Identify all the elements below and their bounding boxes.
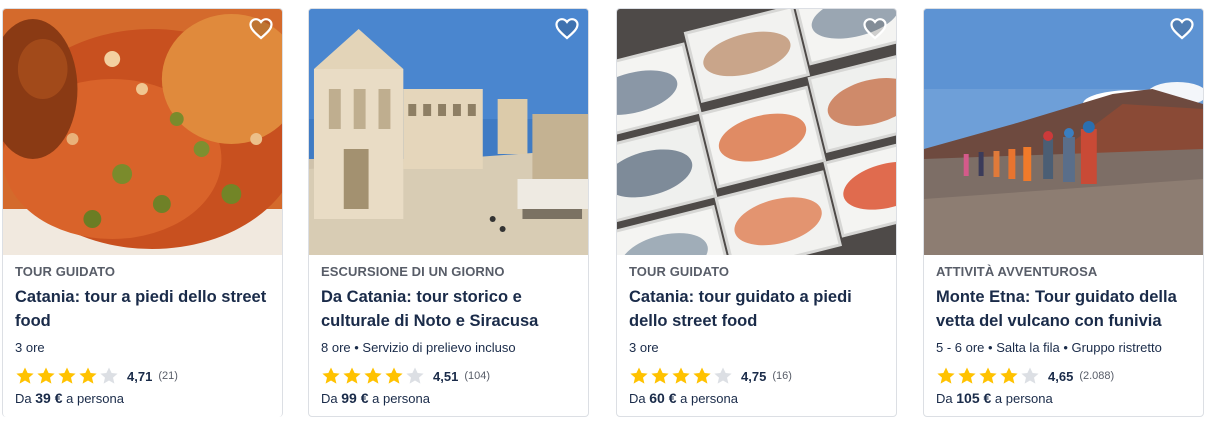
- activity-title[interactable]: Monte Etna: Tour guidato della vetta del…: [936, 285, 1191, 333]
- review-count: (21): [158, 370, 178, 382]
- activity-category: TOUR GUIDATO: [629, 264, 730, 279]
- star-empty-icon: [405, 366, 425, 386]
- activity-image-siracusa[interactable]: [309, 9, 588, 255]
- star-filled-icon: [321, 366, 341, 386]
- star-filled-icon: [629, 366, 649, 386]
- star-filled-icon: [57, 366, 77, 386]
- price-suffix: a persona: [66, 391, 124, 406]
- star-filled-icon: [999, 366, 1019, 386]
- price-prefix: Da: [936, 391, 953, 406]
- rating-score: 4,65: [1048, 368, 1074, 384]
- star-filled-icon: [15, 366, 35, 386]
- activity-category: ESCURSIONE DI UN GIORNO: [321, 264, 505, 279]
- activity-title[interactable]: Catania: tour guidato a piedi dello stre…: [629, 285, 884, 333]
- activity-title[interactable]: Da Catania: tour storico e culturale di …: [321, 285, 576, 333]
- star-rating: [15, 366, 120, 386]
- rating-score: 4,51: [433, 368, 459, 384]
- wishlist-heart-icon[interactable]: [862, 16, 888, 42]
- activity-meta: 5 - 6 ore • Salta la fila • Gruppo ristr…: [936, 340, 1162, 355]
- activity-meta: 3 ore: [15, 340, 45, 355]
- wishlist-heart-icon[interactable]: [1169, 16, 1195, 42]
- price-amount: 99 €: [341, 390, 369, 406]
- star-filled-icon: [363, 366, 383, 386]
- price-suffix: a persona: [680, 391, 738, 406]
- star-filled-icon: [384, 366, 404, 386]
- rating-row: 4,65 (2.088): [936, 366, 1191, 386]
- star-filled-icon: [957, 366, 977, 386]
- card-body: TOUR GUIDATO Catania: tour guidato a pie…: [617, 255, 896, 408]
- rating-row: 4,71 (21): [15, 366, 270, 386]
- price-prefix: Da: [629, 391, 646, 406]
- activity-card[interactable]: ESCURSIONE DI UN GIORNO Da Catania: tour…: [308, 8, 589, 417]
- star-rating: [321, 366, 426, 386]
- price-amount: 60 €: [649, 390, 677, 406]
- star-rating: [629, 366, 734, 386]
- star-rating: [936, 366, 1041, 386]
- price-suffix: a persona: [994, 391, 1053, 406]
- price-amount: 39 €: [35, 390, 63, 406]
- price-suffix: a persona: [372, 391, 430, 406]
- review-count: (104): [464, 370, 490, 382]
- star-filled-icon: [978, 366, 998, 386]
- card-body: ESCURSIONE DI UN GIORNO Da Catania: tour…: [309, 255, 588, 408]
- activity-image-arancini[interactable]: [3, 9, 282, 255]
- star-filled-icon: [342, 366, 362, 386]
- star-filled-icon: [36, 366, 56, 386]
- activity-meta: 8 ore • Servizio di prelievo incluso: [321, 340, 516, 355]
- activity-image-etna[interactable]: [924, 9, 1203, 255]
- activity-card[interactable]: TOUR GUIDATO Catania: tour guidato a pie…: [616, 8, 897, 417]
- rating-row: 4,51 (104): [321, 366, 576, 386]
- price-prefix: Da: [15, 391, 32, 406]
- activity-card[interactable]: TOUR GUIDATO Catania: tour a piedi dello…: [2, 8, 283, 417]
- star-empty-icon: [99, 366, 119, 386]
- price: Da 39 € a persona: [15, 389, 270, 408]
- star-empty-icon: [713, 366, 733, 386]
- activity-image-fish-market[interactable]: [617, 9, 896, 255]
- star-filled-icon: [78, 366, 98, 386]
- star-filled-icon: [692, 366, 712, 386]
- price: Da 105 € a persona: [936, 389, 1191, 408]
- review-count: (2.088): [1079, 370, 1115, 382]
- star-filled-icon: [650, 366, 670, 386]
- rating-score: 4,75: [741, 368, 767, 384]
- activity-card-row: TOUR GUIDATO Catania: tour a piedi dello…: [0, 0, 1212, 425]
- wishlist-heart-icon[interactable]: [248, 16, 274, 42]
- card-body: TOUR GUIDATO Catania: tour a piedi dello…: [3, 255, 282, 408]
- wishlist-heart-icon[interactable]: [554, 16, 580, 42]
- card-body: ATTIVITÀ AVVENTUROSA Monte Etna: Tour gu…: [924, 255, 1203, 408]
- price: Da 60 € a persona: [629, 389, 884, 408]
- review-count: (16): [772, 370, 792, 382]
- activity-category: TOUR GUIDATO: [15, 264, 116, 279]
- activity-category: ATTIVITÀ AVVENTUROSA: [936, 264, 1098, 279]
- rating-row: 4,75 (16): [629, 366, 884, 386]
- rating-score: 4,71: [127, 368, 153, 384]
- price-amount: 105 €: [956, 390, 992, 406]
- activity-meta: 3 ore: [629, 340, 659, 355]
- star-empty-icon: [1020, 366, 1040, 386]
- price-prefix: Da: [321, 391, 338, 406]
- price: Da 99 € a persona: [321, 389, 576, 408]
- star-filled-icon: [936, 366, 956, 386]
- activity-title[interactable]: Catania: tour a piedi dello street food: [15, 285, 270, 333]
- activity-card[interactable]: ATTIVITÀ AVVENTUROSA Monte Etna: Tour gu…: [923, 8, 1204, 417]
- star-filled-icon: [671, 366, 691, 386]
